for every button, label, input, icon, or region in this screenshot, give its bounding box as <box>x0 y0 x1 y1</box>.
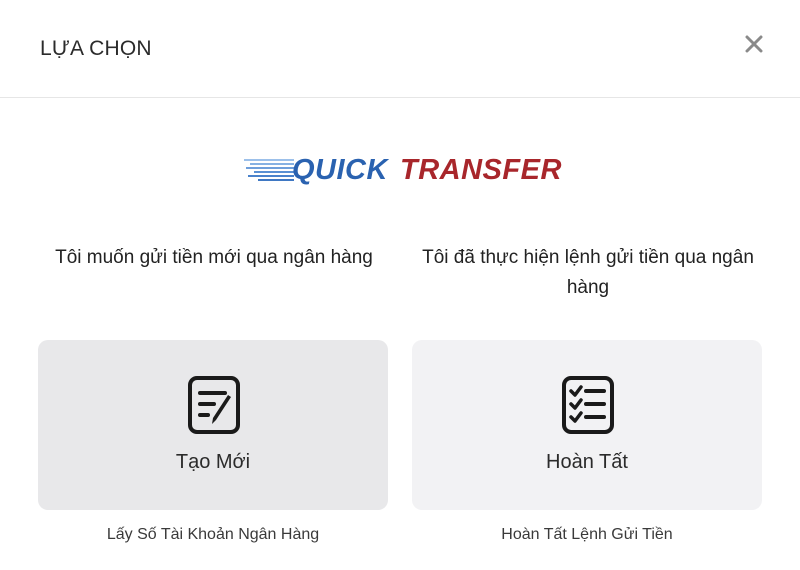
create-new-caption: Lấy Số Tài Khoản Ngân Hàng <box>106 526 320 543</box>
complete-caption: Hoàn Tất Lệnh Gửi Tiền <box>501 526 673 543</box>
logo-word-transfer: TRANSFER <box>400 154 562 186</box>
checklist-icon <box>562 376 614 434</box>
logo-word-quick: QUICK <box>292 154 388 186</box>
complete-button[interactable]: Hoàn Tất <box>412 340 762 510</box>
quick-transfer-logo: QUICK TRANSFER <box>244 150 564 190</box>
complete-label: Hoàn Tất <box>546 451 628 473</box>
edit-note-icon <box>188 376 240 434</box>
dialog-title: LỰA CHỌN <box>40 37 152 60</box>
dialog-header: LỰA CHỌN <box>0 0 800 98</box>
close-button[interactable] <box>738 28 770 60</box>
speed-lines-graphic <box>244 159 294 181</box>
selection-dialog: LỰA CHỌN QUICK TRANSFER Tôi muốn gửi tiề… <box>0 0 800 570</box>
option-complete-question: Tôi đã thực hiện lệnh gửi tiền qua ngân … <box>422 247 754 298</box>
close-icon <box>745 35 763 53</box>
create-new-button[interactable]: Tạo Mới <box>38 340 388 510</box>
create-new-label: Tạo Mới <box>175 451 251 473</box>
option-new-question: Tôi muốn gửi tiền mới qua ngân hàng <box>55 247 373 268</box>
